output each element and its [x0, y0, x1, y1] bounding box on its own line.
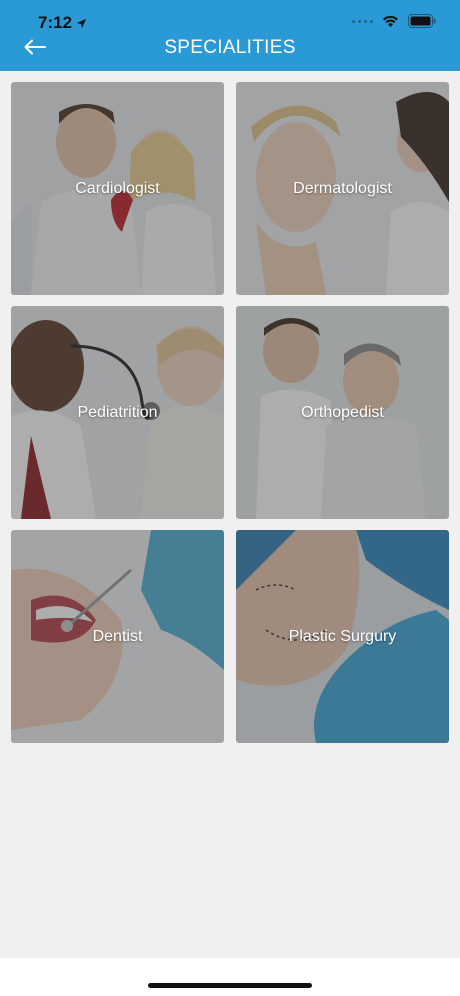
speciality-label: Pediatrition — [77, 403, 158, 421]
signal-icon — [352, 19, 373, 23]
speciality-card-plastic-surgury[interactable]: Plastic Surgury — [236, 530, 449, 743]
speciality-card-dermatologist[interactable]: Dermatologist — [236, 82, 449, 295]
speciality-card-pediatrition[interactable]: Pediatrition — [11, 306, 224, 519]
status-time: 7:12 — [38, 13, 87, 33]
home-indicator[interactable] — [148, 983, 312, 988]
speciality-label: Orthopedist — [301, 403, 384, 421]
page-title: SPECIALITIES — [164, 37, 296, 58]
speciality-card-dentist[interactable]: Dentist — [11, 530, 224, 743]
speciality-label: Cardiologist — [75, 179, 160, 197]
speciality-label: Dentist — [92, 627, 143, 645]
bottom-safe-area — [0, 958, 460, 996]
speciality-label: Dermatologist — [293, 179, 392, 197]
status-time-text: 7:12 — [38, 13, 73, 32]
status-indicators — [352, 14, 436, 28]
wifi-icon — [383, 15, 398, 27]
speciality-card-orthopedist[interactable]: Orthopedist — [236, 306, 449, 519]
specialities-grid: Cardiologist Dermatologist Pediatrition … — [11, 82, 449, 743]
app-header: 7:12 SPECIALITIES — [0, 0, 460, 71]
battery-icon — [408, 14, 436, 28]
speciality-label: Plastic Surgury — [288, 627, 397, 645]
location-arrow-icon — [76, 18, 87, 28]
speciality-card-cardiologist[interactable]: Cardiologist — [11, 82, 224, 295]
